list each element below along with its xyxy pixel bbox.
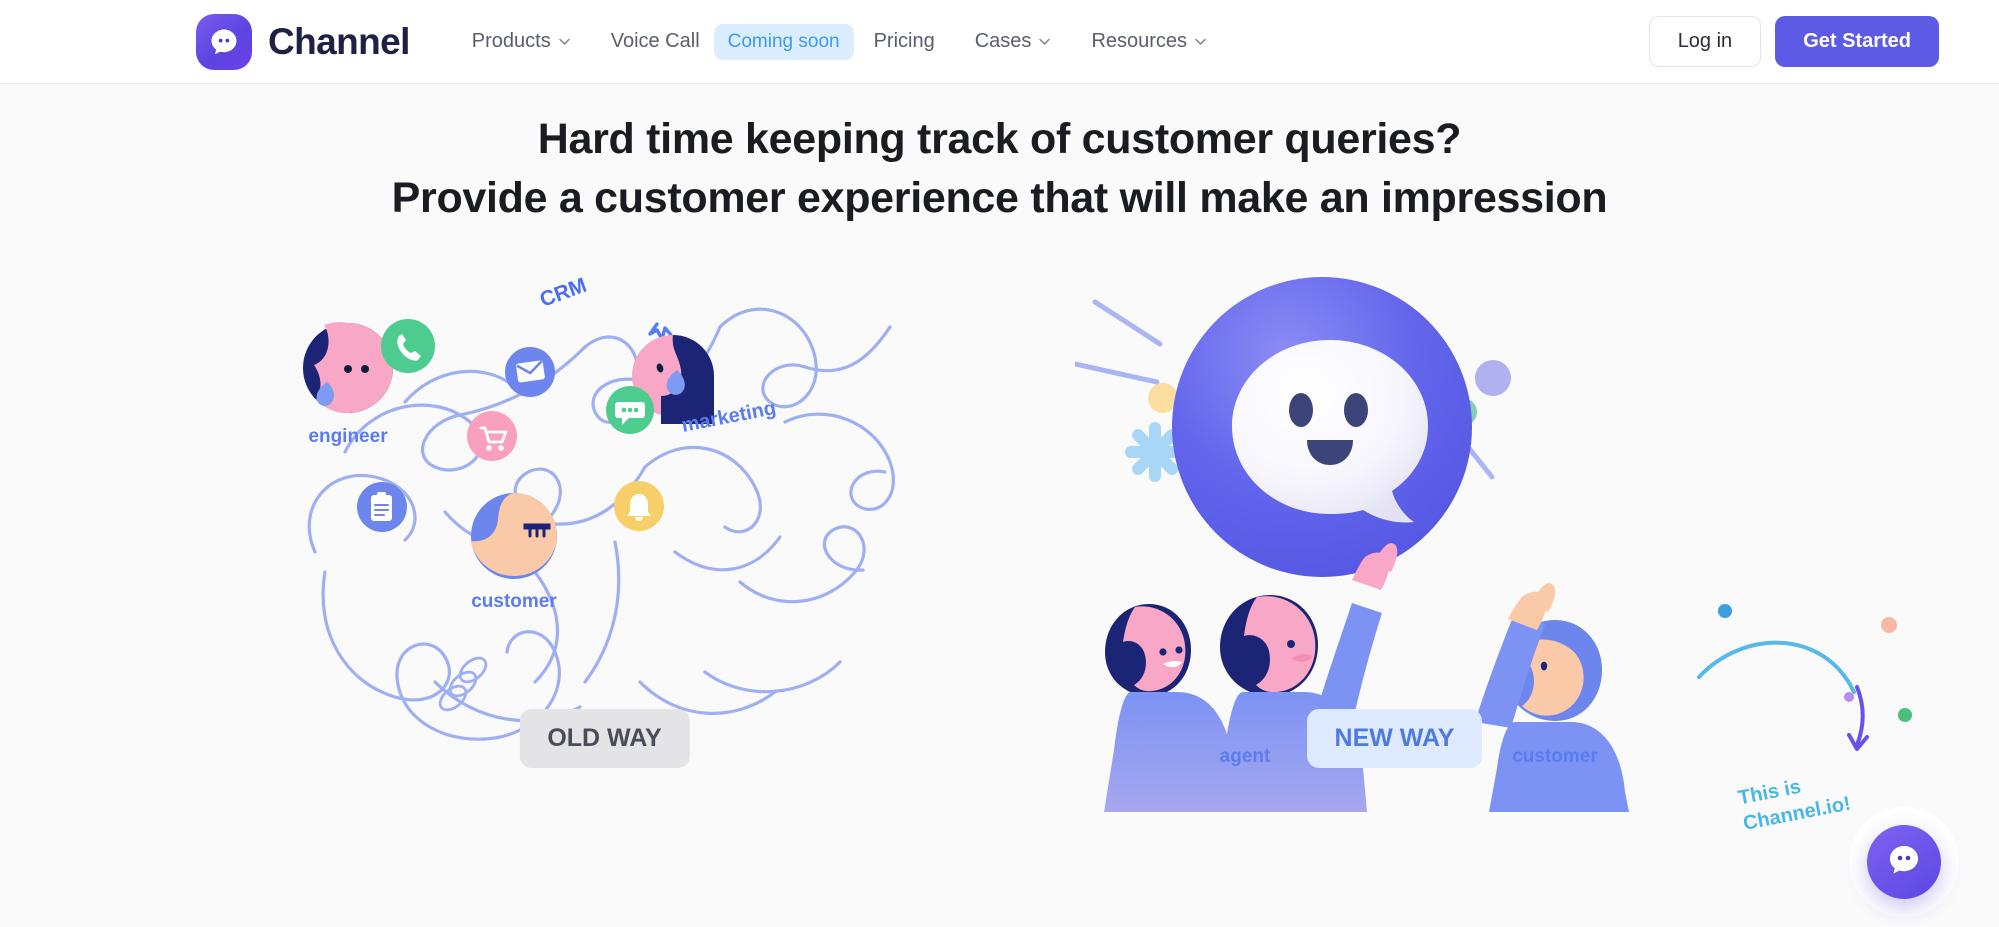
chat-bubble-logo-icon — [196, 13, 252, 70]
brand-name: Channel — [268, 20, 410, 62]
decor-dot-violet — [1844, 692, 1854, 702]
page-title: Hard time keeping track of customer quer… — [0, 84, 1999, 228]
nav-item-cases-label: Cases — [974, 30, 1032, 52]
shopping-cart-icon — [466, 410, 517, 461]
nav-item-voice-call-label: Voice Call — [610, 30, 700, 52]
get-started-button[interactable]: Get Started — [1775, 16, 1939, 67]
chevron-down-icon — [1194, 35, 1207, 48]
old-way-button[interactable]: OLD WAY — [519, 708, 690, 768]
nav-actions: Log in Get Started — [1648, 16, 1939, 67]
chat-launcher-icon — [1884, 840, 1924, 885]
decor-dot-peach — [1881, 617, 1897, 633]
caption-engineer: engineer — [308, 426, 388, 447]
caption-customer-new: customer — [1512, 746, 1598, 767]
phone-icon — [380, 318, 435, 373]
nav-item-products[interactable]: Products — [452, 20, 591, 63]
new-way-button[interactable]: NEW WAY — [1306, 708, 1483, 768]
nav-item-pricing[interactable]: Pricing — [854, 20, 955, 63]
brand-logo[interactable]: Channel — [196, 13, 410, 70]
agent-person-1 — [1103, 603, 1238, 812]
hero-section: Hard time keeping track of customer quer… — [0, 84, 1999, 927]
decor-dot-purple — [1474, 359, 1511, 396]
customer-avatar — [470, 492, 557, 579]
chevron-down-icon — [558, 35, 571, 48]
top-navigation-bar: Channel Products Voice Call Coming soon … — [0, 0, 1999, 84]
decor-dot-blue — [1718, 604, 1732, 618]
headline-line-1: Hard time keeping track of customer quer… — [537, 115, 1462, 163]
chat-launcher-button[interactable] — [1867, 825, 1941, 899]
nav-links: Products Voice Call Coming soon Pricing … — [452, 20, 1227, 63]
engineer-avatar — [302, 322, 393, 413]
nav-item-products-label: Products — [471, 30, 551, 52]
customer-person — [1474, 582, 1629, 812]
nav-item-resources-label: Resources — [1091, 30, 1188, 52]
chat-pointer-arrow — [1697, 604, 1912, 751]
nav-item-voice-call[interactable]: Voice Call — [591, 20, 720, 63]
nav-item-pricing-label: Pricing — [873, 30, 935, 52]
new-way-panel: agent customer NEW WAY — [1074, 252, 1715, 812]
nav-item-cases[interactable]: Cases — [955, 20, 1072, 63]
document-icon — [356, 481, 407, 532]
login-button[interactable]: Log in — [1648, 16, 1762, 67]
headline-line-2: Provide a customer experience that will … — [391, 173, 1608, 222]
nav-item-resources[interactable]: Resources — [1071, 20, 1227, 63]
chat-dots-icon — [605, 385, 654, 434]
caption-customer: customer — [471, 591, 557, 612]
caption-agent: agent — [1219, 746, 1270, 767]
bell-icon — [613, 480, 664, 531]
old-way-panel: engineer CRM marketing customer OLD WAY — [285, 252, 925, 812]
decor-dot-green — [1898, 708, 1912, 722]
chevron-down-icon — [1038, 35, 1051, 48]
caption-crm: CRM — [536, 274, 589, 312]
coming-soon-badge[interactable]: Coming soon — [713, 23, 854, 60]
envelope-icon — [504, 346, 555, 397]
agent-person-2 — [1214, 542, 1397, 812]
